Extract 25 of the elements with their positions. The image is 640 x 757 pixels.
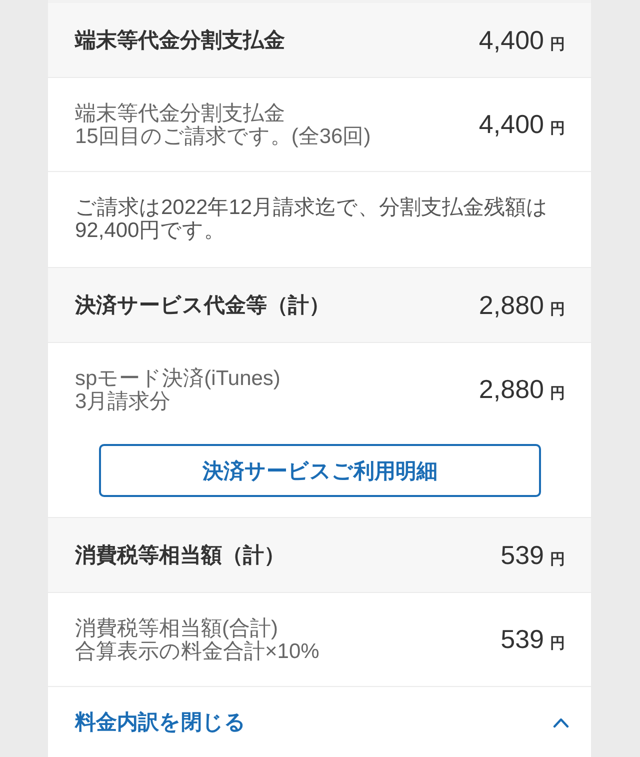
charge-name: spモード決済(iTunes) — [75, 366, 280, 390]
currency-unit: 円 — [550, 300, 565, 318]
charge-note: 15回目のご請求です。(全36回) — [75, 124, 371, 148]
currency-unit: 円 — [550, 384, 565, 403]
currency-unit: 円 — [550, 634, 565, 653]
charge-note: 3月請求分 — [75, 390, 172, 412]
section-title: 端末等代金分割支払金 — [75, 28, 285, 54]
charge-name: 消費税等相当額(合計) — [75, 616, 279, 640]
amount: 4,400 — [478, 24, 544, 56]
amount: 539 — [500, 624, 544, 655]
note-text: ご請求は2022年12月請求迄で、分割支払金残額は92,400円です。 — [75, 196, 550, 242]
currency-unit: 円 — [550, 34, 565, 54]
charge-note: 合算表示の料金合計×10% — [75, 640, 320, 662]
amount: 539 — [500, 540, 544, 570]
chevron-up-icon[interactable] — [553, 716, 569, 728]
charge-name: 端末等代金分割支払金 — [75, 102, 286, 124]
section-title: 消費税等相当額（計） — [75, 543, 285, 569]
amount: 4,400 — [478, 109, 544, 140]
details-button[interactable]: 決済サービスご利用明細 — [99, 444, 541, 497]
amount: 2,880 — [478, 374, 544, 405]
currency-unit: 円 — [550, 550, 565, 568]
currency-unit: 円 — [550, 119, 565, 138]
close-breakdown-link[interactable]: 料金内訳を閉じる — [75, 708, 246, 736]
amount: 2,880 — [478, 290, 544, 320]
section-title: 決済サービス代金等（計） — [75, 292, 330, 319]
